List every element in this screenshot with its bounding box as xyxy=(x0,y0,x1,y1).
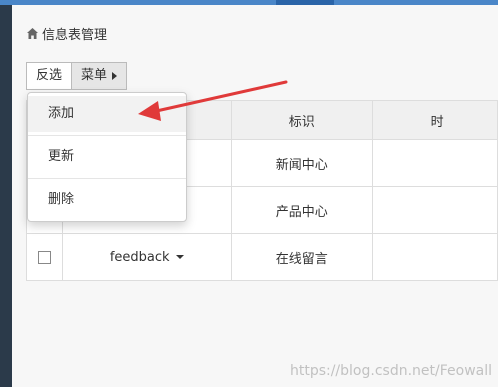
row-name[interactable]: feedback xyxy=(110,250,170,265)
row-identifier: 产品中心 xyxy=(230,186,373,234)
menu-button[interactable]: 菜单 xyxy=(72,62,128,90)
left-sidebar xyxy=(0,5,12,387)
row-extra-cell xyxy=(371,186,498,234)
row-checkbox[interactable] xyxy=(37,250,51,264)
header-identifier: 标识 xyxy=(230,100,373,140)
home-icon xyxy=(27,28,38,39)
row-identifier: 在线留言 xyxy=(230,233,373,281)
menu-item-add[interactable]: 添加 xyxy=(28,96,186,132)
invert-selection-button[interactable]: 反选 xyxy=(26,62,73,90)
menu-divider xyxy=(28,135,186,136)
breadcrumb: 信息表管理 xyxy=(26,24,107,43)
row-identifier: 新闻中心 xyxy=(230,139,373,187)
row-extra-cell xyxy=(371,233,498,281)
menu-item-delete[interactable]: 删除 xyxy=(28,182,186,218)
menu-divider xyxy=(28,178,186,179)
menu-item-update[interactable]: 更新 xyxy=(28,139,186,175)
menu-dropdown: 添加 更新 删除 xyxy=(27,92,187,222)
header-time-partial: 时 xyxy=(371,100,498,140)
table-row: feedback 在线留言 xyxy=(26,233,498,281)
watermark: https://blog.csdn.net/Feowall xyxy=(289,363,492,379)
row-extra-cell xyxy=(371,139,498,187)
toolbar: 反选 菜单 xyxy=(26,62,128,90)
breadcrumb-label: 信息表管理 xyxy=(42,28,108,43)
menu-button-label: 菜单 xyxy=(81,68,108,83)
caret-right-icon xyxy=(112,72,118,80)
caret-down-icon[interactable] xyxy=(175,255,184,259)
